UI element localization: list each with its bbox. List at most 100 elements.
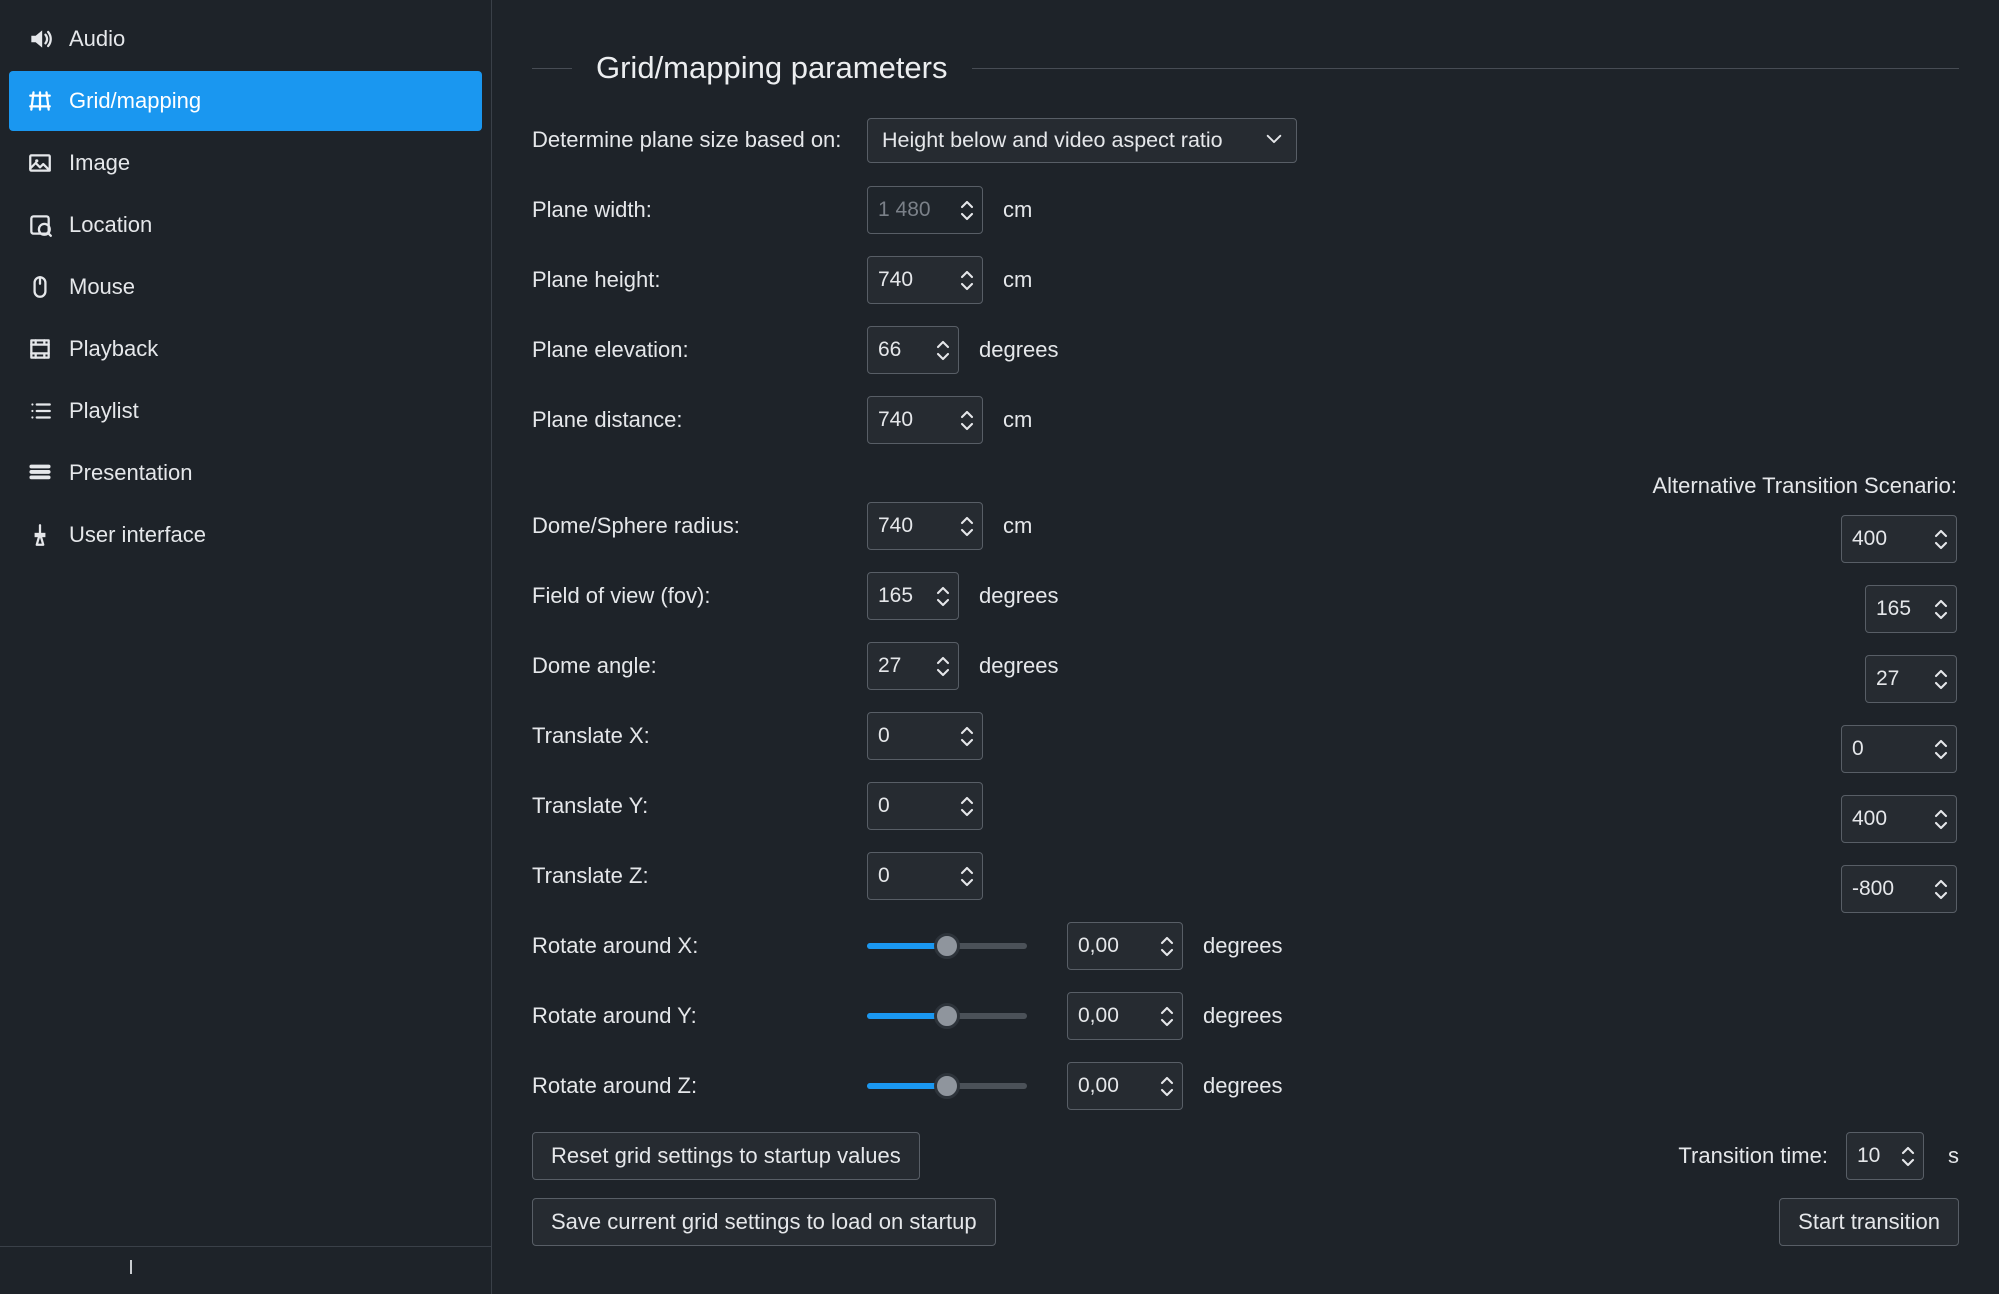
sidebar-item-location[interactable]: Location — [9, 195, 482, 255]
mouse-icon — [25, 272, 55, 302]
unit: degrees — [1203, 1073, 1283, 1099]
slider-rotate-y[interactable] — [867, 1013, 1027, 1019]
label-alt-scenario: Alternative Transition Scenario: — [1653, 473, 1958, 499]
label-plane-distance: Plane distance: — [532, 407, 867, 433]
label-dome-angle: Dome angle: — [532, 653, 867, 679]
spinner-buttons[interactable] — [1926, 726, 1956, 772]
sidebar-item-audio[interactable]: Audio — [9, 9, 482, 69]
label-fov: Field of view (fov): — [532, 583, 867, 609]
sidebar-item-label: Playlist — [69, 398, 139, 424]
spinner-alt-translate-z[interactable]: -800 — [1841, 865, 1957, 913]
unit: degrees — [979, 583, 1059, 609]
spinner-buttons[interactable] — [952, 783, 982, 829]
playlist-icon — [25, 396, 55, 426]
spinner-buttons[interactable] — [1152, 923, 1182, 969]
save-button[interactable]: Save current grid settings to load on st… — [532, 1198, 996, 1246]
label-rotate-z: Rotate around Z: — [532, 1073, 867, 1099]
location-icon — [25, 210, 55, 240]
spinner-alt-fov[interactable]: 165 — [1865, 585, 1957, 633]
sidebar-item-label: Mouse — [69, 274, 135, 300]
spinner-alt-dome-angle[interactable]: 27 — [1865, 655, 1957, 703]
spinner-transition-time[interactable]: 10 — [1846, 1132, 1924, 1180]
main-panel: Grid/mapping parameters Determine plane … — [492, 0, 1999, 1294]
spinner-plane-distance[interactable]: 740 — [867, 396, 983, 444]
sidebar-item-label: Presentation — [69, 460, 193, 486]
spinner-translate-z[interactable]: 0 — [867, 852, 983, 900]
spinner-plane-height[interactable]: 740 — [867, 256, 983, 304]
grid-icon — [25, 86, 55, 116]
slider-rotate-x[interactable] — [867, 943, 1027, 949]
sidebar-item-label: Image — [69, 150, 130, 176]
spinner-translate-y[interactable]: 0 — [867, 782, 983, 830]
sidebar: Audio Grid/mapping Image Location Mouse … — [0, 0, 492, 1294]
sidebar-item-playback[interactable]: Playback — [9, 319, 482, 379]
label-rotate-x: Rotate around X: — [532, 933, 867, 959]
unit: degrees — [979, 337, 1059, 363]
spinner-alt-translate-y[interactable]: 400 — [1841, 795, 1957, 843]
spinner-buttons[interactable] — [1926, 866, 1956, 912]
label-rotate-y: Rotate around Y: — [532, 1003, 867, 1029]
sidebar-item-label: Location — [69, 212, 152, 238]
spinner-buttons[interactable] — [928, 573, 958, 619]
speaker-icon — [25, 24, 55, 54]
spinner-buttons[interactable] — [1926, 796, 1956, 842]
start-transition-button[interactable]: Start transition — [1779, 1198, 1959, 1246]
reset-button[interactable]: Reset grid settings to startup values — [532, 1132, 920, 1180]
slider-rotate-z[interactable] — [867, 1083, 1027, 1089]
sidebar-item-label: Audio — [69, 26, 125, 52]
label-dome-radius: Dome/Sphere radius: — [532, 513, 867, 539]
combo-plane-size-basis[interactable]: Height below and video aspect ratio — [867, 118, 1297, 163]
spinner-buttons[interactable] — [952, 503, 982, 549]
unit: cm — [1003, 197, 1032, 223]
spinner-buttons[interactable] — [1152, 1063, 1182, 1109]
sidebar-item-grid-mapping[interactable]: Grid/mapping — [9, 71, 482, 131]
paintbrush-icon — [25, 520, 55, 550]
sidebar-bottom-divider — [0, 1246, 491, 1294]
spinner-plane-width: 1 480 — [867, 186, 983, 234]
spinner-rotate-y[interactable]: 0,00 — [1067, 992, 1183, 1040]
label-translate-z: Translate Z: — [532, 863, 867, 889]
sidebar-item-user-interface[interactable]: User interface — [9, 505, 482, 565]
spinner-rotate-z[interactable]: 0,00 — [1067, 1062, 1183, 1110]
image-icon — [25, 148, 55, 178]
sidebar-item-presentation[interactable]: Presentation — [9, 443, 482, 503]
unit: degrees — [1203, 1003, 1283, 1029]
unit: degrees — [1203, 933, 1283, 959]
label-plane-size-basis: Determine plane size based on: — [532, 127, 867, 153]
spinner-alt-dome-radius[interactable]: 400 — [1841, 515, 1957, 563]
label-plane-elevation: Plane elevation: — [532, 337, 867, 363]
spinner-translate-x[interactable]: 0 — [867, 712, 983, 760]
unit: s — [1948, 1143, 1959, 1169]
sidebar-item-playlist[interactable]: Playlist — [9, 381, 482, 441]
spinner-buttons[interactable] — [1893, 1133, 1923, 1179]
label-translate-y: Translate Y: — [532, 793, 867, 819]
sidebar-item-mouse[interactable]: Mouse — [9, 257, 482, 317]
spinner-fov[interactable]: 165 — [867, 572, 959, 620]
sidebar-item-image[interactable]: Image — [9, 133, 482, 193]
spinner-dome-radius[interactable]: 740 — [867, 502, 983, 550]
spinner-buttons — [952, 187, 982, 233]
spinner-buttons[interactable] — [928, 327, 958, 373]
spinner-rotate-x[interactable]: 0,00 — [1067, 922, 1183, 970]
label-plane-width: Plane width: — [532, 197, 867, 223]
spinner-plane-elevation[interactable]: 66 — [867, 326, 959, 374]
spinner-buttons[interactable] — [952, 257, 982, 303]
spinner-buttons[interactable] — [952, 713, 982, 759]
spinner-buttons[interactable] — [952, 397, 982, 443]
spinner-buttons[interactable] — [1926, 586, 1956, 632]
spinner-buttons[interactable] — [952, 853, 982, 899]
page-title: Grid/mapping parameters — [596, 50, 948, 86]
label-translate-x: Translate X: — [532, 723, 867, 749]
spinner-alt-translate-x[interactable]: 0 — [1841, 725, 1957, 773]
spinner-buttons[interactable] — [1926, 656, 1956, 702]
spinner-buttons[interactable] — [1152, 993, 1182, 1039]
sidebar-item-label: Grid/mapping — [69, 88, 201, 114]
label-plane-height: Plane height: — [532, 267, 867, 293]
film-icon — [25, 334, 55, 364]
unit: degrees — [979, 653, 1059, 679]
sidebar-item-label: User interface — [69, 522, 206, 548]
spinner-dome-angle[interactable]: 27 — [867, 642, 959, 690]
spinner-buttons[interactable] — [1926, 516, 1956, 562]
unit: cm — [1003, 513, 1032, 539]
spinner-buttons[interactable] — [928, 643, 958, 689]
